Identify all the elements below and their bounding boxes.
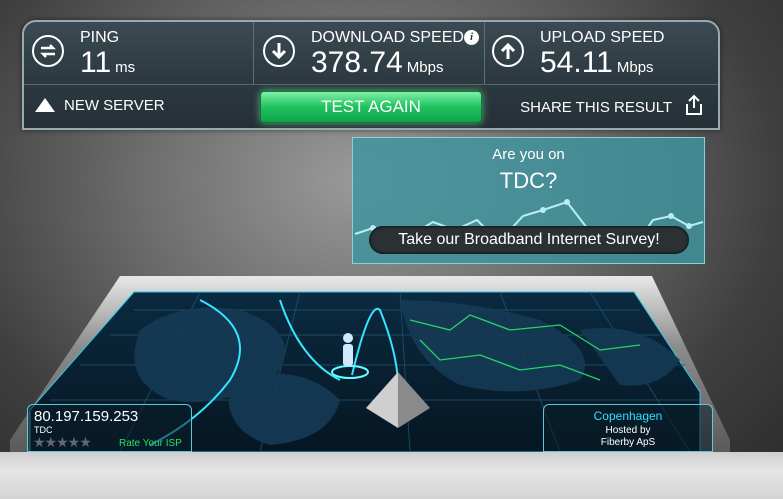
download-label: DOWNLOAD SPEED [311,29,464,46]
ping-value: 11 ms [80,48,135,83]
isp-survey-panel: Are you on TDC? Take our Broadband Inter… [352,137,705,264]
upload-unit: Mbps [616,59,654,76]
page-footer-band [0,452,783,499]
hosted-by-label: Hosted by [605,425,651,436]
survey-button[interactable]: Take our Broadband Internet Survey! [369,226,689,254]
client-info-box: 80.197.159.253 TDC ★★★★★ Rate Your ISP [27,404,192,452]
server-info-box: Copenhagen Hosted by Fiberby ApS [543,404,713,452]
download-number: 378.74 [311,46,403,79]
ip-address: 80.197.159.253 [34,408,139,425]
download-unit: Mbps [406,59,444,76]
share-result-button[interactable]: SHARE THIS RESULT [520,94,704,116]
actions-row: NEW SERVER TEST AGAIN SHARE THIS RESULT [24,84,718,129]
download-cell: DOWNLOAD SPEED i 378.74 Mbps [253,22,485,84]
ping-number: 11 [80,46,112,79]
download-arrow-icon [263,35,295,67]
user-location-icon [343,333,353,366]
ping-icon [32,35,64,67]
results-panel: PING 11 ms DOWNLOAD SPEED i 378.74 Mbps UP… [22,20,720,130]
server-city: Copenhagen [593,409,663,423]
new-server-label: NEW SERVER [64,97,165,114]
rating-stars[interactable]: ★★★★★ [33,434,92,451]
triangle-icon [35,98,55,112]
ping-unit: ms [115,59,136,76]
ping-cell: PING 11 ms [24,22,254,84]
new-server-button[interactable]: NEW SERVER [34,97,165,114]
server-host: Fiberby ApS [600,437,656,448]
upload-number: 54.11 [540,46,613,79]
upload-label: UPLOAD SPEED [540,29,665,46]
rate-isp-link[interactable]: Rate Your ISP [119,438,182,449]
info-icon[interactable]: i [464,30,479,45]
upload-arrow-icon [492,35,524,67]
survey-prompt: Are you on [492,146,565,163]
survey-isp-name: TDC? [499,168,558,193]
upload-value: 54.11 Mbps [540,48,654,83]
share-icon [686,94,702,115]
upload-cell: UPLOAD SPEED 54.11 Mbps [484,22,718,84]
share-result-label: SHARE THIS RESULT [520,99,672,116]
download-value: 378.74 Mbps [311,48,443,83]
test-again-button[interactable]: TEST AGAIN [260,91,482,123]
ping-label: PING [80,29,120,46]
